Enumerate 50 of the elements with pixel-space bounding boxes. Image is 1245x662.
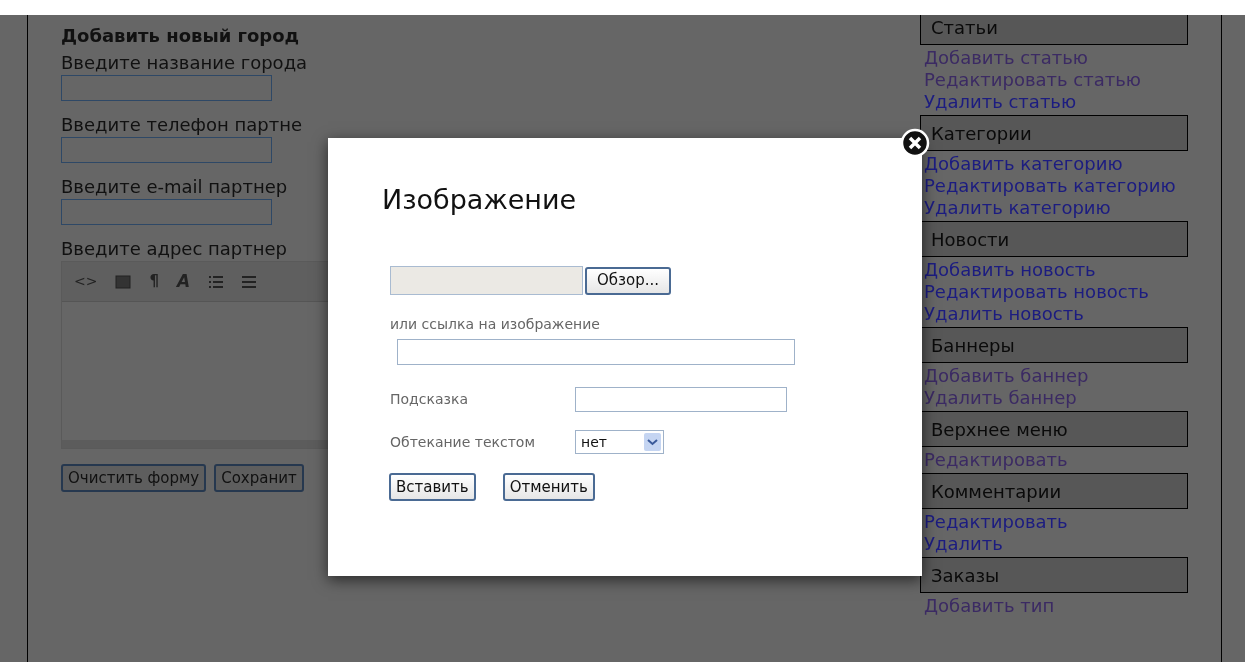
chevron-down-icon [644,433,661,451]
list-icon[interactable] [208,274,225,289]
sidebar-link[interactable]: Добавить статью [920,47,1188,69]
section-header: Верхнее меню [920,411,1188,447]
sidebar-link[interactable]: Удалить [920,533,1188,555]
section-header: Баннеры [920,327,1188,363]
paragraph-button[interactable]: ¶ [149,270,159,293]
code-button[interactable]: <> [74,271,98,292]
sidebar-link[interactable]: Редактировать новость [920,281,1188,303]
sidebar-link[interactable]: Редактировать категорию [920,175,1188,197]
input-field[interactable] [61,137,272,163]
input-field[interactable] [61,75,272,101]
sidebar-link[interactable]: Удалить новость [920,303,1188,325]
form-button[interactable]: Очистить форму [61,464,207,492]
fullscreen-icon[interactable] [115,274,132,289]
dialog-button[interactable]: Отменить [502,473,595,501]
dialog-button[interactable]: Вставить [389,473,476,501]
sidebar-link[interactable]: Удалить категорию [920,197,1188,219]
section-header: Статьи [920,15,1188,45]
section-header: Заказы [920,557,1188,593]
browse-button[interactable]: Обзор... [585,266,672,295]
wrap-select[interactable]: нет [575,430,664,454]
field-label: Введите адрес партнер [61,237,289,261]
file-input[interactable] [390,266,583,295]
field-label: Введите e-mail партнер [61,175,289,199]
section-header: Категории [920,115,1188,151]
font-button[interactable]: A [177,268,191,295]
hint-input[interactable] [575,387,787,412]
sidebar-link[interactable]: Добавить новость [920,259,1188,281]
sidebar-link[interactable]: Удалить баннер [920,387,1188,409]
section-header: Комментарии [920,473,1188,509]
sidebar-link[interactable]: Редактировать статью [920,69,1188,91]
hint-label: Подсказка [390,390,469,409]
sidebar-link[interactable]: Редактировать [920,449,1188,471]
link-label: или ссылка на изображение [390,315,601,333]
sidebar-link[interactable]: Добавить тип [920,595,1188,617]
sidebar-link[interactable]: Добавить баннер [920,365,1188,387]
input-field[interactable] [61,199,272,225]
section-header: Новости [920,221,1188,257]
sidebar-link[interactable]: Удалить статью [920,91,1188,113]
url-input[interactable] [397,339,795,365]
form-button[interactable]: Сохранит [214,464,304,492]
field-label: Введите название города [61,51,309,75]
form-title: Добавить новый город [61,24,301,48]
align-icon[interactable] [242,274,257,289]
sidebar-link[interactable]: Добавить категорию [920,153,1188,175]
sidebar-link[interactable]: Редактировать [920,511,1188,533]
dialog-title: Изображение [382,183,578,217]
field-label: Введите телефон партне [61,113,304,137]
wrap-label: Обтекание текстом [390,432,536,452]
